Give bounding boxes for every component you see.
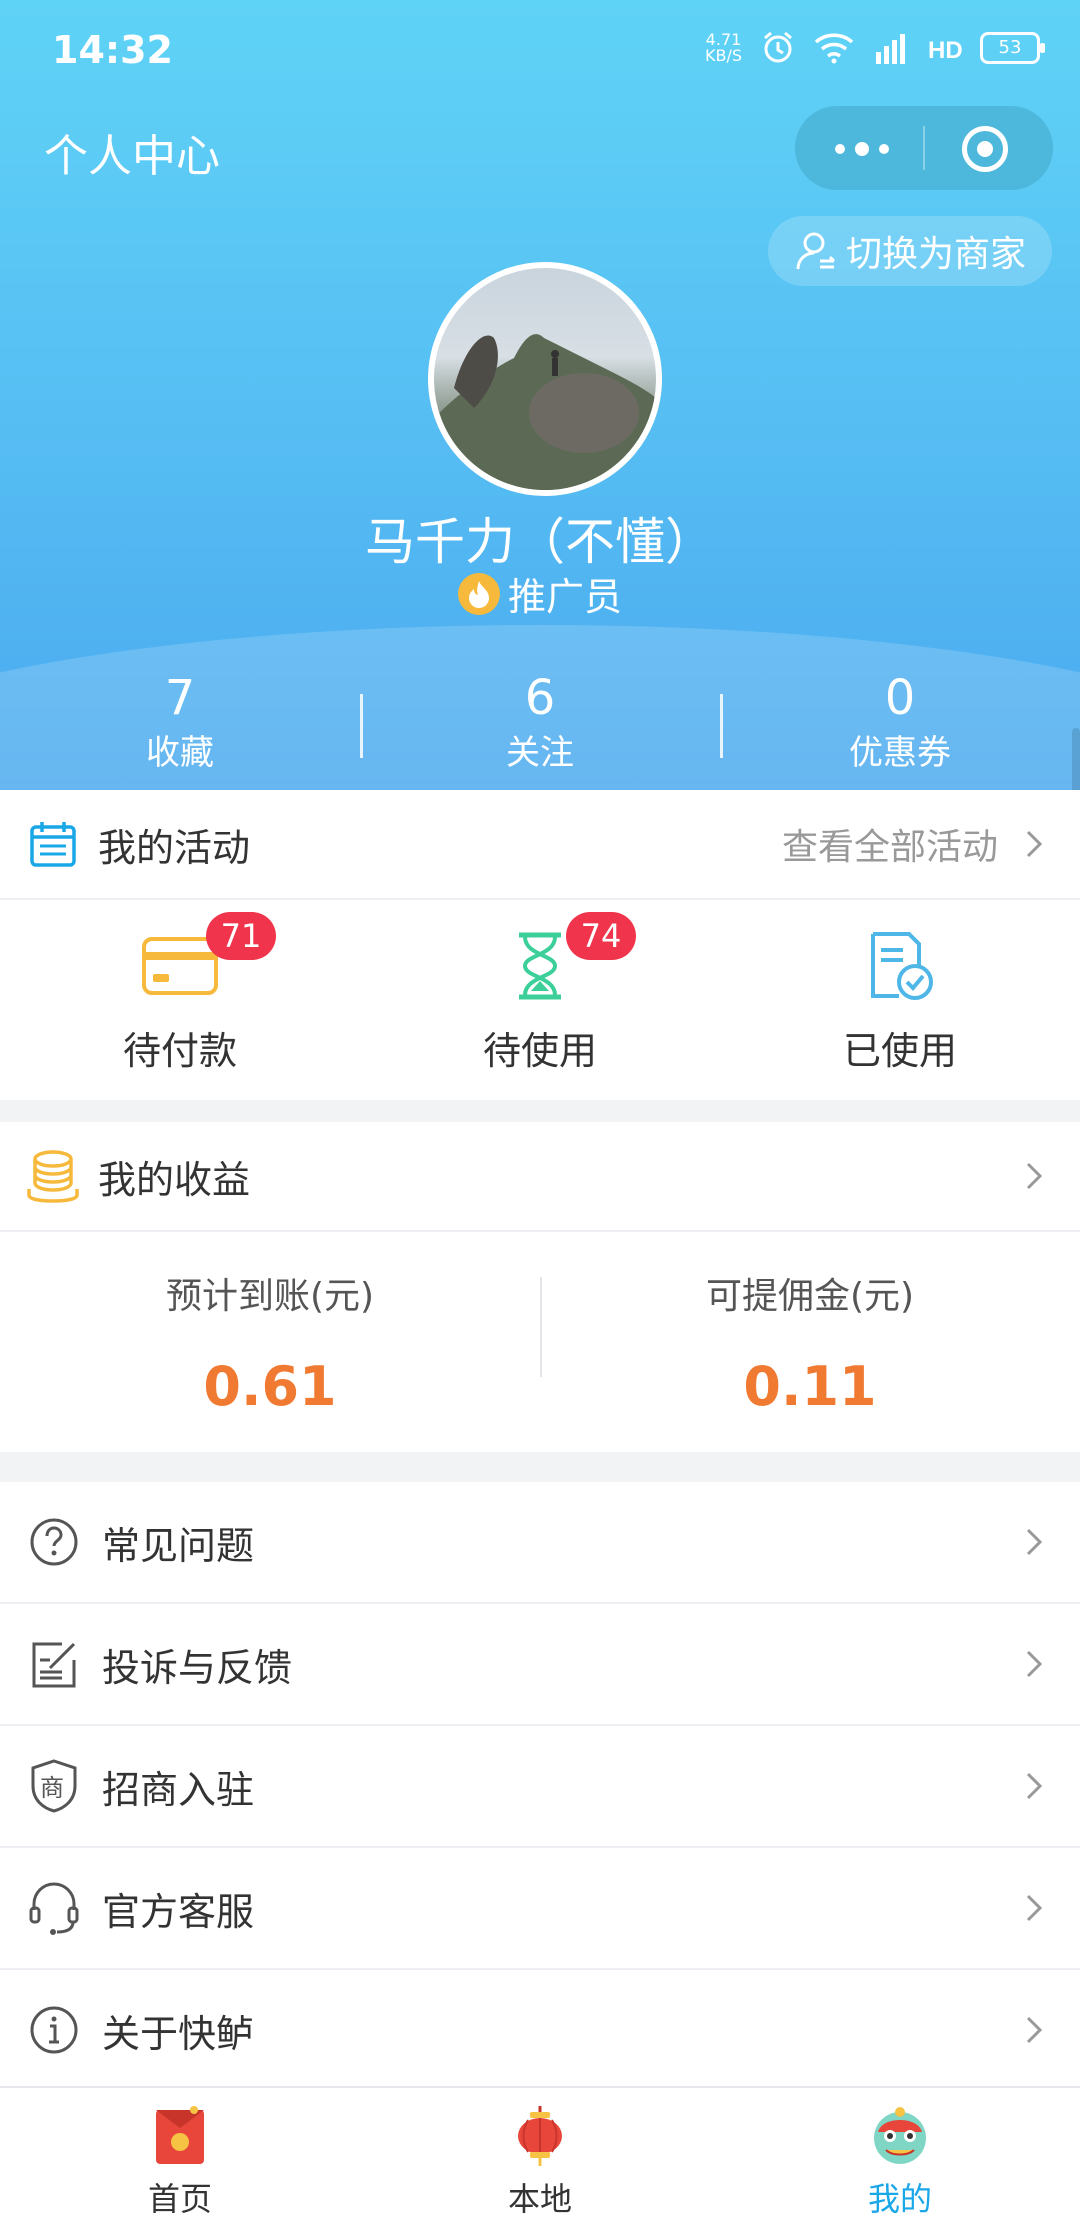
- withdrawable-commission: 可提佣金(元) 0.11: [540, 1267, 1080, 1418]
- chevron-right-icon: [1014, 824, 1054, 864]
- tab-label: 首页: [147, 2180, 212, 2218]
- menu-list: 常见问题 投诉与反馈 商 招商入驻 官方客服 关于快鲈: [0, 1482, 1080, 2092]
- menu-label: 关于快鲈: [102, 2011, 255, 2056]
- pending-use-button[interactable]: 待使用 74: [360, 900, 720, 1100]
- switch-label: 切换为商家: [845, 234, 1026, 275]
- headset-icon: [26, 1880, 82, 1936]
- menu-label: 官方客服: [102, 1889, 255, 1934]
- bottom-tab-bar: 首页 本地 我的: [0, 2086, 1080, 2232]
- activity-shortcuts: 待付款 71 待使用 74 已使用: [0, 900, 1080, 1100]
- stat-coupons[interactable]: 0 优惠券: [720, 668, 1080, 788]
- used-label: 已使用: [842, 1028, 957, 1073]
- screen: 14:32 4.71 KB/S HD 53 个人中心 切换为商家 马千力（不懂）…: [0, 0, 1080, 2232]
- document-check-icon: [860, 926, 940, 1006]
- role-label: 推广员: [507, 575, 622, 619]
- tab-label: 本地: [507, 2180, 572, 2218]
- status-time: 14:32: [52, 28, 173, 72]
- tab-label: 我的: [867, 2180, 932, 2218]
- view-all-activities-link[interactable]: 查看全部活动: [782, 818, 998, 870]
- pending-payment-button[interactable]: 待付款 71: [0, 900, 360, 1100]
- chevron-right-icon: [1014, 1156, 1054, 1196]
- tab-local[interactable]: 本地: [360, 2088, 720, 2232]
- net-speed-unit: KB/S: [704, 46, 742, 65]
- chevron-right-icon: [1014, 1766, 1054, 1806]
- withdrawable-commission-label: 可提佣金(元): [705, 1275, 915, 1317]
- stat-label: 关注: [506, 733, 574, 773]
- svg-text:HD: HD: [928, 37, 962, 64]
- earnings-summary: 预计到账(元) 0.61 可提佣金(元) 0.11: [0, 1232, 1080, 1452]
- chevron-right-icon: [1014, 1888, 1054, 1928]
- earnings-card: 我的收益 预计到账(元) 0.61 可提佣金(元) 0.11: [0, 1122, 1080, 1452]
- info-circle-icon: [26, 2002, 82, 2058]
- profile-stats: 7 收藏 6 关注 0 优惠券: [0, 668, 1080, 788]
- tab-home[interactable]: 首页: [0, 2088, 360, 2232]
- lion-dance-icon: [866, 2102, 934, 2170]
- stat-value: 0: [884, 670, 916, 726]
- earnings-title: 我的收益: [98, 1157, 251, 1202]
- username: 马千力（不懂）: [365, 513, 715, 571]
- expected-earnings: 预计到账(元) 0.61: [0, 1267, 540, 1418]
- menu-label: 常见问题: [102, 1523, 255, 1568]
- activities-header[interactable]: 我的活动 查看全部活动: [0, 790, 1080, 900]
- stat-value: 6: [524, 670, 556, 726]
- capsule-divider: [923, 126, 925, 170]
- chevron-right-icon: [1014, 2010, 1054, 2050]
- question-circle-icon: [26, 1514, 82, 1570]
- alarm-icon: [764, 31, 792, 63]
- hd-icon: HD: [928, 37, 962, 64]
- close-target-icon[interactable]: [962, 126, 1008, 172]
- page-title: 个人中心: [44, 131, 220, 182]
- stat-label: 收藏: [146, 733, 214, 773]
- shield-shop-icon: 商: [26, 1758, 82, 1814]
- stat-value: 7: [164, 670, 196, 726]
- profile-header: 14:32 4.71 KB/S HD 53 个人中心 切换为商家 马千力（不懂）…: [0, 0, 1080, 790]
- role-tag: 推广员: [0, 566, 1080, 621]
- pending-payment-label: 待付款: [122, 1028, 237, 1073]
- svg-text:商: 商: [40, 1774, 64, 1802]
- expected-earnings-label: 预计到账(元): [165, 1275, 375, 1317]
- tab-mine[interactable]: 我的: [720, 2088, 1080, 2232]
- menu-item-customer-service[interactable]: 官方客服: [0, 1848, 1080, 1970]
- flame-icon: [457, 572, 500, 615]
- user-switch-icon: [796, 232, 836, 270]
- battery-indicator: 53: [980, 32, 1045, 64]
- chevron-right-icon: [1014, 1644, 1054, 1684]
- switch-to-merchant-button[interactable]: 切换为商家: [768, 216, 1052, 286]
- red-envelope-icon: [146, 2102, 214, 2170]
- stat-favorites[interactable]: 7 收藏: [0, 668, 360, 788]
- avatar[interactable]: [428, 262, 662, 496]
- used-button[interactable]: 已使用: [720, 900, 1080, 1100]
- menu-item-faq[interactable]: 常见问题: [0, 1482, 1080, 1604]
- menu-label: 招商入驻: [102, 1767, 255, 1812]
- stat-following[interactable]: 6 关注: [360, 668, 720, 788]
- signal-icon: [876, 34, 905, 64]
- chevron-right-icon: [1014, 1522, 1054, 1562]
- stat-label: 优惠券: [849, 733, 951, 773]
- menu-label: 投诉与反馈: [102, 1645, 293, 1690]
- status-icons: 4.71 KB/S HD 53: [705, 30, 1045, 66]
- earnings-header[interactable]: 我的收益: [0, 1122, 1080, 1232]
- menu-item-about[interactable]: 关于快鲈: [0, 1970, 1080, 2092]
- pending-use-label: 待使用: [482, 1028, 597, 1073]
- expected-earnings-value: 0.61: [203, 1354, 337, 1418]
- status-bar: 14:32 4.71 KB/S HD 53: [0, 0, 1080, 100]
- pending-payment-badge: 71: [206, 912, 276, 960]
- menu-item-feedback[interactable]: 投诉与反馈: [0, 1604, 1080, 1726]
- coins-icon: [26, 1149, 80, 1203]
- mini-program-capsule: [795, 106, 1053, 190]
- activities-card: 我的活动 查看全部活动 待付款 71 待使用 74 已使用: [0, 790, 1080, 1100]
- pending-use-badge: 74: [566, 912, 636, 960]
- menu-item-merchant-join[interactable]: 商 招商入驻: [0, 1726, 1080, 1848]
- avatar-image: [434, 334, 656, 490]
- activities-title: 我的活动: [98, 825, 251, 870]
- withdrawable-commission-value: 0.11: [743, 1354, 877, 1418]
- calendar-icon: [26, 817, 80, 871]
- net-speed: 4.71 KB/S: [705, 32, 742, 64]
- edit-note-icon: [26, 1636, 82, 1692]
- lantern-icon: [506, 2102, 574, 2170]
- wifi-icon: [814, 33, 854, 64]
- more-icon[interactable]: [835, 142, 889, 156]
